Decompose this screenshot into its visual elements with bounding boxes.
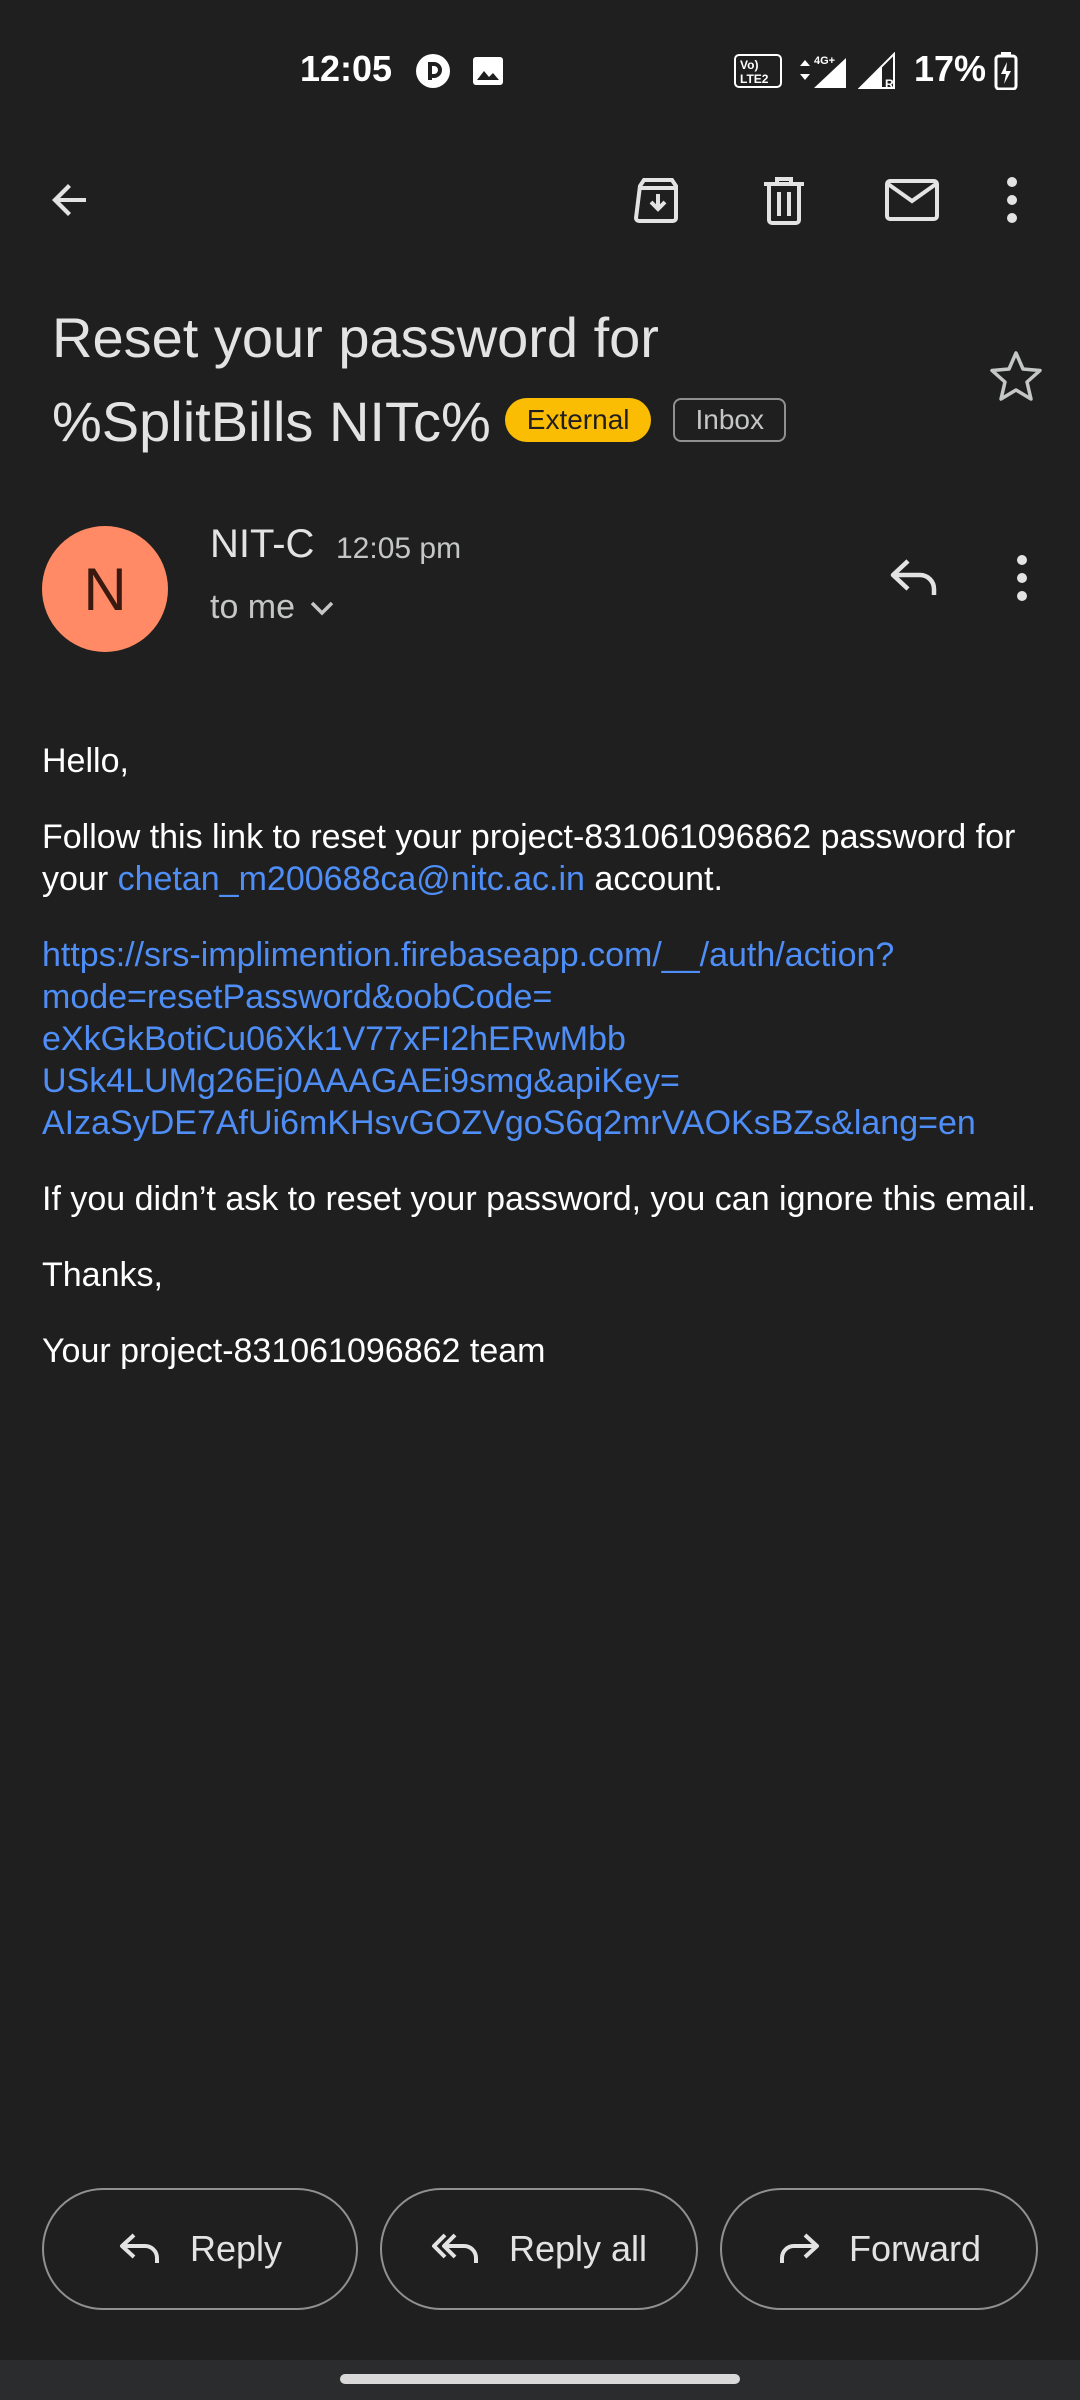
- subject-line-2: %SplitBills NITc% External Inbox: [52, 380, 952, 464]
- subject-title-text: %SplitBills NITc%: [52, 390, 491, 453]
- ignore-paragraph: If you didn’t ask to reset your password…: [42, 1180, 1037, 1218]
- reply-all-label: Reply all: [508, 2228, 648, 2269]
- battery-icon: [994, 52, 1018, 95]
- status-time: 12:05: [300, 48, 393, 89]
- reply-icon: [890, 559, 937, 595]
- mark-unread-button[interactable]: [872, 160, 952, 240]
- data-arrows-icon: 4G+: [796, 52, 848, 95]
- volte-icon: Vo) LTE2: [734, 54, 782, 93]
- email-body: Hello, Follow this link to reset your pr…: [42, 740, 1042, 1406]
- star-button[interactable]: [980, 340, 1052, 412]
- reset-link-line: USk4LUMg26Ej0AAAGAEi9smg&apiKey=: [42, 1062, 680, 1100]
- forward-label: Forward: [848, 2228, 982, 2269]
- back-arrow-icon: [52, 184, 86, 216]
- reply-label: Reply: [189, 2228, 283, 2269]
- external-label: External: [504, 398, 652, 443]
- reply-icon: [119, 2233, 159, 2263]
- back-button[interactable]: [30, 160, 110, 240]
- reset-link-line: eXkGkBotiCu06Xk1V77xFI2hERwMbb: [42, 1020, 626, 1058]
- recipient-details-toggle[interactable]: to me: [210, 588, 335, 627]
- recipient-text: to me: [210, 588, 296, 626]
- star-icon: [990, 351, 1042, 401]
- forward-button[interactable]: Forward: [720, 2188, 1038, 2310]
- more-vert-icon: [1007, 177, 1017, 223]
- more-options-button[interactable]: [982, 160, 1042, 240]
- mark-unread-icon: [885, 179, 939, 221]
- delete-icon: [764, 177, 804, 225]
- reset-link-line: https://srs-implimention.firebaseapp.com…: [42, 936, 895, 974]
- sent-time: 12:05 pm: [336, 532, 462, 565]
- account-email-link[interactable]: chetan_m200688ca@nitc.ac.in: [118, 860, 585, 898]
- battery-percent: 17%: [914, 48, 987, 89]
- svg-text:R: R: [885, 77, 894, 90]
- reset-link-line: AIzaSyDE7AfUi6mKHsvGOZVgoS6q2mrVAOKsBZs&…: [42, 1104, 976, 1142]
- quick-reply-button[interactable]: [876, 540, 952, 616]
- toolbar: [0, 140, 1080, 260]
- action-bar: Reply Reply all Forward: [0, 2188, 1080, 2316]
- archive-button[interactable]: [618, 160, 698, 240]
- circle-app-icon: [414, 52, 452, 95]
- home-gesture-handle[interactable]: [340, 2374, 740, 2384]
- greeting-text: Hello,: [42, 742, 129, 780]
- instruction-suffix: account.: [584, 860, 723, 898]
- image-icon: [472, 56, 504, 91]
- thanks-text: Thanks,: [42, 1256, 163, 1294]
- instruction-paragraph: Follow this link to reset your project-8…: [42, 816, 1042, 900]
- svg-text:Vo): Vo): [740, 58, 758, 72]
- svg-text:4G+: 4G+: [814, 55, 835, 67]
- status-bar: 12:05 Vo) LTE2 4G+ R 17%: [0, 0, 1080, 140]
- sender-avatar[interactable]: N: [42, 526, 168, 652]
- forward-icon: [779, 2233, 819, 2263]
- reset-password-link[interactable]: https://srs-implimention.firebaseapp.com…: [42, 934, 1042, 1144]
- system-nav-bar: [0, 2360, 1080, 2400]
- chevron-down-icon: [310, 601, 334, 615]
- sender-name[interactable]: NIT-C: [210, 522, 314, 567]
- reply-all-icon: [431, 2233, 478, 2263]
- subject-line-1: Reset your password for: [52, 306, 659, 369]
- email-subject: Reset your password for %SplitBills NITc…: [52, 296, 952, 464]
- delete-button[interactable]: [744, 160, 824, 240]
- more-vert-icon: [1017, 555, 1027, 601]
- signature-text: Your project-831061096862 team: [42, 1332, 546, 1370]
- svg-text:LTE2: LTE2: [740, 72, 769, 86]
- reply-button[interactable]: Reply: [42, 2188, 358, 2310]
- archive-icon: [633, 178, 678, 223]
- inbox-label[interactable]: Inbox: [673, 398, 786, 443]
- reset-link-line: mode=resetPassword&oobCode=: [42, 978, 553, 1016]
- signal-icon: R: [857, 51, 898, 95]
- message-more-button[interactable]: [994, 540, 1050, 616]
- reply-all-button[interactable]: Reply all: [380, 2188, 698, 2310]
